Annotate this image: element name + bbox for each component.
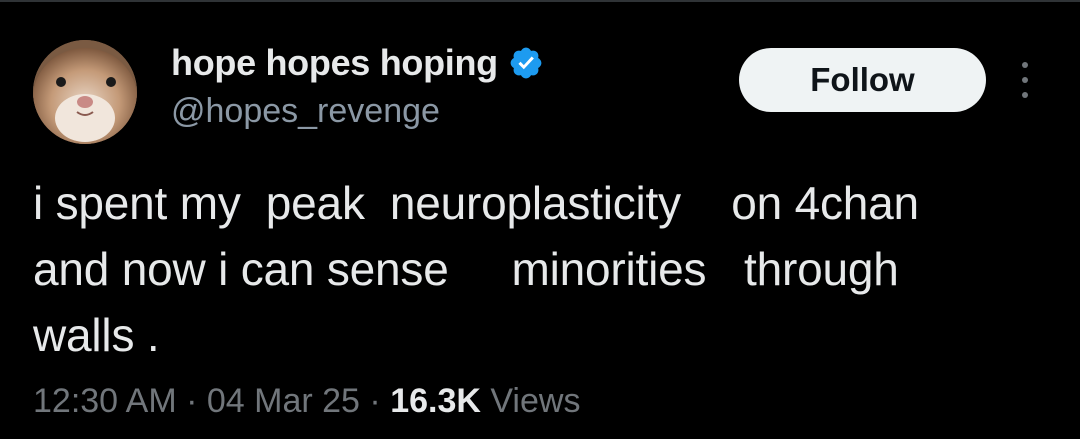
follow-button[interactable]: Follow (739, 48, 986, 112)
author-handle[interactable]: @hopes_revenge (171, 92, 440, 131)
meta-separator: · (359, 382, 391, 420)
meta-separator: · (176, 382, 207, 420)
tweet-time[interactable]: 12:30 AM (33, 382, 177, 420)
views-count[interactable]: 16.3K (390, 382, 481, 420)
hamster-avatar-image (33, 40, 137, 144)
tweet-line: i spent my peak neuroplasticity on 4chan (33, 177, 919, 229)
tweet-line: walls . (33, 309, 160, 361)
avatar[interactable] (33, 40, 137, 144)
more-dot (1022, 77, 1028, 83)
views-label[interactable]: Views (481, 382, 580, 420)
tweet-line: and now i can sense minorities through (33, 243, 899, 295)
author-name-row: hope hopes hoping (171, 40, 544, 86)
more-dot (1022, 62, 1028, 68)
top-divider (0, 0, 1080, 2)
display-name[interactable]: hope hopes hoping (171, 42, 498, 84)
more-options-icon[interactable] (1010, 60, 1040, 100)
more-dot (1022, 92, 1028, 98)
tweet-date[interactable]: 04 Mar 25 (207, 382, 360, 420)
verified-badge-icon[interactable] (508, 45, 544, 81)
tweet-text: i spent my peak neuroplasticity on 4chan… (33, 170, 1053, 368)
tweet-meta: 12:30 AM · 04 Mar 25 · 16.3K Views (33, 382, 580, 421)
